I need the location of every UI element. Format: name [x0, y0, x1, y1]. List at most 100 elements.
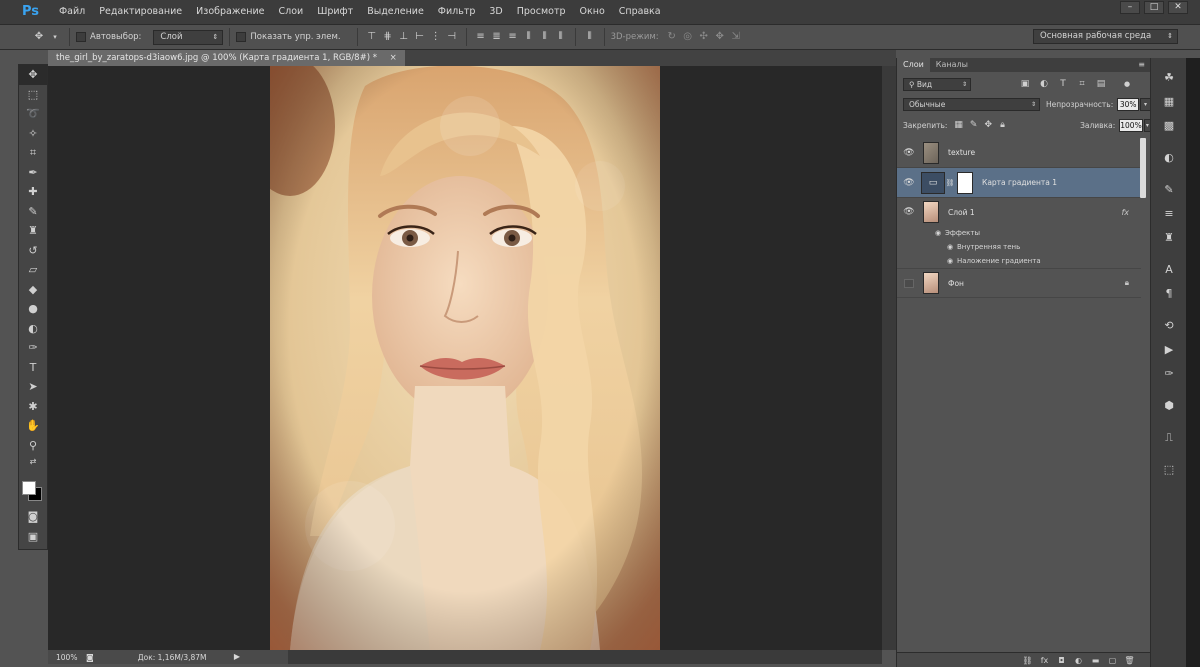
filter-pixel-icon[interactable]: ▣: [1019, 78, 1031, 90]
pen-tool-icon[interactable]: ✑: [19, 338, 47, 358]
align-right-icon[interactable]: ⊣: [445, 30, 459, 44]
new-layer-icon[interactable]: ▢: [1107, 656, 1118, 665]
styles-panel-icon[interactable]: ▩: [1151, 114, 1187, 138]
tab-channels[interactable]: Каналы: [930, 58, 974, 72]
menu-type[interactable]: Шрифт: [310, 0, 360, 24]
menu-filter[interactable]: Фильтр: [431, 0, 483, 24]
brush-panel-icon[interactable]: ✎: [1151, 178, 1187, 202]
actions-panel-icon[interactable]: ▶: [1151, 338, 1187, 362]
move-tool-preset-icon[interactable]: ✥: [32, 30, 46, 44]
canvas-area[interactable]: [48, 66, 882, 650]
align-bottom-icon[interactable]: ⊥: [397, 30, 411, 44]
healing-brush-tool-icon[interactable]: ✚: [19, 182, 47, 202]
layer-row-layer-1[interactable]: 👁︎ Слой 1 fx: [897, 198, 1141, 226]
measurement-panel-icon[interactable]: ⎍: [1151, 426, 1187, 450]
zoom-level[interactable]: 100%: [48, 653, 86, 662]
filter-smart-object-icon[interactable]: ▤: [1095, 78, 1107, 90]
layer-mask-thumbnail[interactable]: [957, 171, 973, 194]
eye-icon[interactable]: ◉: [943, 243, 957, 251]
new-adjustment-icon[interactable]: ◐: [1073, 656, 1084, 665]
menu-help[interactable]: Справка: [612, 0, 668, 24]
link-layers-icon[interactable]: ⛓: [1022, 656, 1033, 665]
clone-source-icon[interactable]: ♜: [1151, 226, 1187, 250]
filter-type-icon[interactable]: T: [1057, 78, 1069, 90]
path-selection-tool-icon[interactable]: ➤: [19, 377, 47, 397]
menu-edit[interactable]: Редактирование: [92, 0, 189, 24]
maximize-button[interactable]: □: [1144, 1, 1164, 14]
screen-mode-icon[interactable]: ▣: [19, 527, 47, 547]
adjustments-panel-icon[interactable]: ◐: [1151, 146, 1187, 170]
history-panel-icon[interactable]: ⟲: [1151, 314, 1187, 338]
blur-tool-icon[interactable]: ●: [19, 299, 47, 319]
new-group-icon[interactable]: ▬: [1090, 656, 1101, 665]
history-brush-tool-icon[interactable]: ↺: [19, 241, 47, 261]
lock-pixels-icon[interactable]: ✎: [970, 119, 978, 131]
blend-mode-dropdown[interactable]: Обычные ⇕: [903, 97, 1041, 111]
document-tab[interactable]: the_girl_by_zaratops-d3iaow6.jpg @ 100% …: [48, 50, 405, 66]
eye-icon[interactable]: ◉: [943, 257, 957, 265]
dodge-tool-icon[interactable]: ◐: [19, 319, 47, 339]
effect-inner-shadow[interactable]: ◉ Внутренняя тень: [943, 240, 1020, 254]
foreground-color-swatch[interactable]: [22, 481, 36, 495]
navigator-panel-icon[interactable]: ⬚: [1151, 458, 1187, 482]
lock-all-icon[interactable]: 🔒︎: [999, 119, 1006, 131]
effects-header[interactable]: ◉ Эффекты: [931, 226, 980, 240]
distribute-vcenter-icon[interactable]: ≣: [490, 30, 504, 44]
add-mask-icon[interactable]: ◘: [1056, 656, 1067, 665]
workspace-dropdown[interactable]: Основная рабочая среда ⇕: [1033, 29, 1178, 44]
eraser-tool-icon[interactable]: ▱: [19, 260, 47, 280]
slide-3d-icon[interactable]: ✥: [713, 30, 727, 44]
distribute-top-icon[interactable]: ≡: [474, 30, 488, 44]
type-tool-icon[interactable]: T: [19, 358, 47, 378]
lock-transparent-icon[interactable]: ▦: [954, 119, 963, 131]
shape-tool-icon[interactable]: ✱: [19, 397, 47, 417]
magic-wand-tool-icon[interactable]: ✧: [19, 124, 47, 144]
opacity-input[interactable]: 30%: [1117, 97, 1140, 111]
tab-layers[interactable]: Слои: [897, 58, 930, 72]
color-panel-icon[interactable]: ☘: [1151, 66, 1187, 90]
autoselect-checkbox[interactable]: [76, 32, 86, 42]
brush-tool-icon[interactable]: ✎: [19, 202, 47, 222]
rotate-3d-icon[interactable]: ↻: [665, 30, 679, 44]
distribute-hcenter-icon[interactable]: ⦀: [538, 30, 552, 44]
crop-tool-icon[interactable]: ⌗: [19, 143, 47, 163]
minimize-button[interactable]: –: [1120, 1, 1140, 14]
layer-row-texture[interactable]: 👁︎ texture: [897, 138, 1141, 168]
layer-filter-dropdown[interactable]: ⚲ Вид ⇕: [903, 77, 971, 91]
effect-gradient-overlay[interactable]: ◉ Наложение градиента: [943, 254, 1041, 268]
layer-row-gradient-map[interactable]: 👁︎ ▭ ⛓ Карта градиента 1: [897, 168, 1141, 198]
menu-3d[interactable]: 3D: [482, 0, 509, 24]
distribute-bottom-icon[interactable]: ≡: [506, 30, 520, 44]
drag-3d-icon[interactable]: ✣: [697, 30, 711, 44]
character-panel-icon[interactable]: A: [1151, 258, 1187, 282]
eyedropper-tool-icon[interactable]: ✒: [19, 163, 47, 183]
visibility-toggle[interactable]: [904, 278, 914, 288]
scale-3d-icon[interactable]: ⇲: [729, 30, 743, 44]
menu-window[interactable]: Окно: [573, 0, 612, 24]
zoom-tool-icon[interactable]: ⚲: [19, 436, 47, 456]
lasso-tool-icon[interactable]: ➰: [19, 104, 47, 124]
close-tab-icon[interactable]: ×: [390, 53, 397, 63]
align-top-icon[interactable]: ⊤: [365, 30, 379, 44]
menu-select[interactable]: Выделение: [360, 0, 431, 24]
chevron-down-icon[interactable]: ▾: [48, 30, 62, 44]
3d-panel-icon[interactable]: ⬢: [1151, 394, 1187, 418]
panel-menu-icon[interactable]: ≡: [1138, 58, 1145, 72]
filter-toggle-icon[interactable]: ●: [1121, 78, 1133, 90]
eye-icon[interactable]: 👁︎: [897, 178, 921, 188]
delete-layer-icon[interactable]: 🗑︎: [1124, 656, 1135, 665]
roll-3d-icon[interactable]: ◎: [681, 30, 695, 44]
status-info-icon[interactable]: ◙: [86, 653, 94, 662]
swatches-panel-icon[interactable]: ▦: [1151, 90, 1187, 114]
document-image[interactable]: [270, 66, 660, 650]
status-menu-arrow-icon[interactable]: ▶: [234, 652, 240, 661]
hand-tool-icon[interactable]: ✋: [19, 416, 47, 436]
link-icon[interactable]: ⛓: [945, 179, 955, 187]
paragraph-panel-icon[interactable]: ¶: [1151, 282, 1187, 306]
add-style-icon[interactable]: fx: [1039, 656, 1050, 665]
fill-input[interactable]: 100%: [1119, 118, 1143, 132]
filter-adjustment-icon[interactable]: ◐: [1038, 78, 1050, 90]
layer-row-background[interactable]: Фон 🔒︎: [897, 268, 1141, 298]
vertical-scrollbar[interactable]: [882, 66, 896, 650]
menu-image[interactable]: Изображение: [189, 0, 271, 24]
